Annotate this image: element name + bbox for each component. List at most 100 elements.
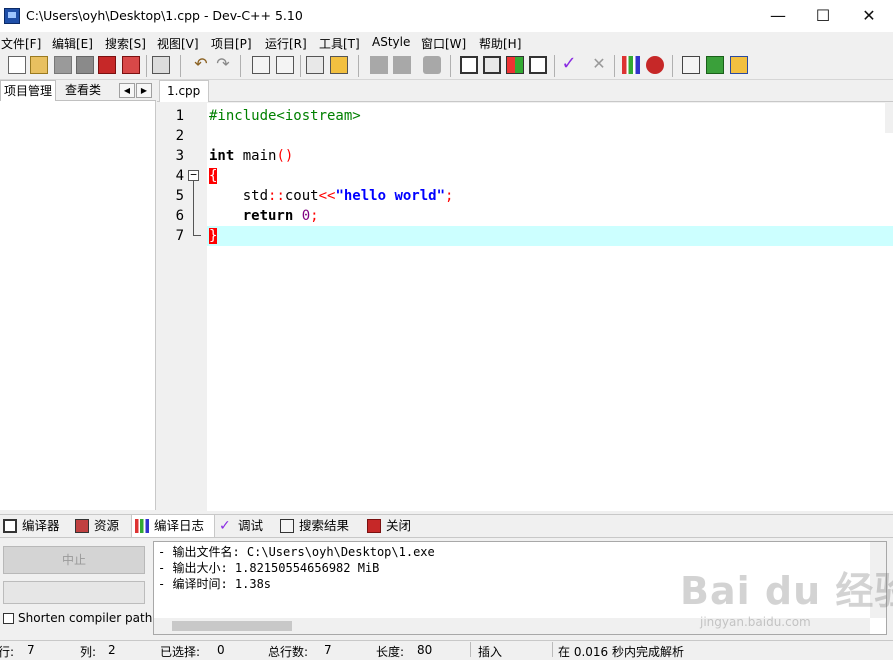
menu-edit[interactable]: 编辑[E] — [52, 35, 93, 52]
current-line-highlight — [207, 226, 893, 246]
code-line-5: std::cout<<"hello world"; — [242, 188, 454, 204]
toolbar-separator — [614, 55, 615, 77]
tile-windows-icon[interactable] — [460, 56, 478, 74]
toolbar-separator — [300, 55, 301, 77]
delete-profile-icon[interactable] — [646, 56, 664, 74]
close-file-icon[interactable] — [98, 56, 116, 74]
line-gutter: 1 2 3 4 5 6 7 − — [160, 103, 207, 511]
syntax-check-icon[interactable]: ✓ — [560, 55, 578, 74]
shorten-paths-option[interactable]: Shorten compiler paths — [3, 611, 159, 627]
tab-compile-log[interactable]: 编译日志 — [131, 515, 215, 537]
goto-line-icon[interactable] — [306, 56, 324, 74]
menu-window[interactable]: 窗口[W] — [421, 35, 466, 52]
code-line-6: return 0; — [242, 208, 319, 224]
debug-check-icon: ✓ — [219, 518, 231, 534]
fold-guide-end — [193, 235, 201, 236]
chevron-left-icon: ◀ — [123, 86, 131, 95]
tab-project-manager[interactable]: 项目管理 — [0, 80, 57, 101]
status-selected-value: 0 — [217, 643, 225, 657]
menu-view[interactable]: 视图[V] — [157, 35, 199, 52]
tab-close-panel[interactable]: 关闭 — [364, 515, 420, 537]
status-length-value: 80 — [417, 643, 433, 657]
menu-file[interactable]: 文件[F] — [1, 35, 41, 52]
find-icon[interactable] — [252, 56, 270, 74]
new-window-icon[interactable] — [529, 56, 547, 74]
menu-astyle[interactable]: AStyle — [372, 35, 410, 49]
line-number: 3 — [175, 148, 184, 164]
close-all-icon[interactable] — [122, 56, 140, 74]
new-project-icon[interactable] — [706, 56, 724, 74]
panel-prev-button[interactable]: ◀ — [119, 83, 135, 98]
menu-tools[interactable]: 工具[T] — [319, 35, 360, 52]
close-panel-icon — [367, 519, 381, 533]
toolbar-separator — [358, 55, 359, 77]
log-line: - 编译时间: 1.38s — [158, 577, 272, 591]
indent-left-icon[interactable] — [370, 56, 388, 74]
status-selected-label: 已选择: — [160, 645, 201, 659]
project-options-icon[interactable] — [506, 56, 524, 74]
matched-brace: { — [209, 168, 218, 184]
tab-resources[interactable]: 资源 — [72, 515, 130, 537]
compile-progress-bar — [3, 581, 145, 604]
tab-compiler[interactable]: 编译器 — [0, 515, 70, 537]
menu-project[interactable]: 项目[P] — [211, 35, 252, 52]
status-insert-mode: 插入 — [478, 645, 503, 659]
redo-icon[interactable]: ↷ — [214, 56, 232, 74]
devcpp-app-icon — [4, 8, 20, 24]
menu-bar: 文件[F] 编辑[E] 搜索[S] 视图[V] 项目[P] 运行[R] 工具[T… — [0, 32, 893, 52]
maximize-button[interactable]: ☐ — [800, 0, 846, 32]
fold-guide-line — [193, 181, 194, 235]
code-line-7: } — [209, 226, 218, 246]
replace-icon[interactable] — [276, 56, 294, 74]
tab-class-browser[interactable]: 查看类 — [62, 80, 104, 101]
close-window-button[interactable]: ✕ — [846, 0, 892, 32]
fold-collapse-icon[interactable]: − — [188, 169, 199, 181]
compiler-controls: 中止 Shorten compiler paths — [0, 538, 159, 640]
status-total-lines-label: 总行数: — [268, 645, 309, 659]
tab-debug[interactable]: ✓ 调试 — [216, 515, 274, 537]
save-icon[interactable] — [54, 56, 72, 74]
editor-scrollbar[interactable] — [885, 103, 893, 133]
panel-next-button[interactable]: ▶ — [136, 83, 152, 98]
toolbar-separator — [146, 55, 147, 77]
tab-search-results[interactable]: 搜索结果 — [277, 515, 361, 537]
save-all-icon[interactable] — [76, 56, 94, 74]
tab-1-cpp[interactable]: 1.cpp — [159, 80, 209, 102]
project-panel: 项目管理 查看类 ◀ ▶ — [0, 80, 156, 510]
add-to-project-icon[interactable] — [682, 56, 700, 74]
shorten-paths-checkbox[interactable] — [3, 613, 14, 624]
menu-run[interactable]: 运行[R] — [265, 35, 307, 52]
open-file-icon[interactable] — [30, 56, 48, 74]
chevron-right-icon: ▶ — [140, 86, 148, 95]
stop-execution-icon[interactable]: ✕ — [590, 56, 608, 74]
print-icon[interactable] — [152, 56, 170, 74]
compiler-grid-icon — [3, 519, 17, 533]
menu-search[interactable]: 搜索[S] — [105, 35, 146, 52]
minimize-button[interactable]: — — [755, 0, 801, 32]
comment-icon[interactable] — [423, 56, 441, 74]
undo-icon[interactable]: ↶ — [192, 56, 210, 74]
menu-help[interactable]: 帮助[H] — [479, 35, 521, 52]
toggle-bookmark-icon[interactable] — [330, 56, 348, 74]
toolbar-separator — [672, 55, 673, 77]
status-parse-message: 在 0.016 秒内完成解析 — [558, 645, 684, 659]
line-number: 2 — [175, 128, 184, 144]
line-number: 1 — [175, 108, 184, 124]
close-icon: ✕ — [862, 6, 876, 25]
watermark-url: jingyan.baidu.com — [700, 615, 811, 629]
profile-chart-icon[interactable] — [622, 56, 640, 74]
about-icon[interactable] — [730, 56, 748, 74]
new-file-icon[interactable] — [8, 56, 26, 74]
code-line-1: #include<iostream> — [209, 108, 361, 124]
toolbar-separator — [554, 55, 555, 77]
status-total-lines-value: 7 — [324, 643, 332, 657]
stop-compile-button[interactable]: 中止 — [3, 546, 145, 574]
matched-brace: } — [209, 228, 218, 244]
status-row-label: 行: — [0, 645, 15, 659]
log-line: - 输出大小: 1.82150554656982 MiB — [158, 561, 380, 575]
log-scroll-thumb[interactable] — [172, 621, 292, 631]
full-screen-icon[interactable] — [483, 56, 501, 74]
log-line: - 输出文件名: C:\Users\oyh\Desktop\1.exe — [158, 545, 435, 559]
code-editor[interactable]: 1 2 3 4 5 6 7 − #include<iostream> int m… — [160, 103, 893, 511]
indent-right-icon[interactable] — [393, 56, 411, 74]
